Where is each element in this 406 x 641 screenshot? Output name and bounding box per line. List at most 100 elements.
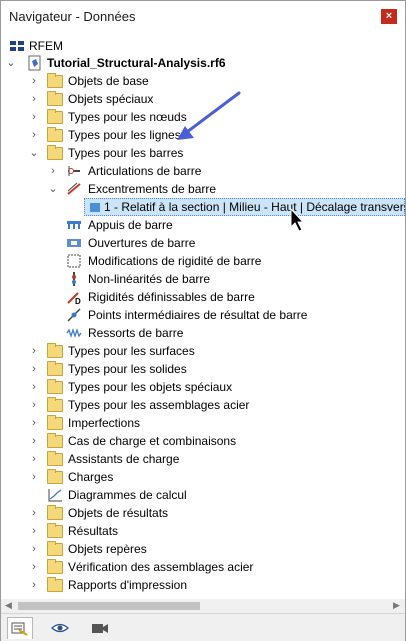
chevron-right-icon[interactable]: › bbox=[28, 470, 40, 484]
tree-root-rfem[interactable]: RFEM bbox=[1, 37, 405, 55]
chevron-right-icon[interactable]: › bbox=[28, 452, 40, 466]
chevron-down-icon[interactable]: ⌄ bbox=[47, 182, 59, 196]
tree-label: Excentrements de barre bbox=[88, 182, 217, 196]
chevron-right-icon[interactable]: › bbox=[28, 416, 40, 430]
tree-item-verification-assemblages[interactable]: › Vérification des assemblages acier bbox=[1, 558, 405, 576]
stiffness-modification-icon bbox=[66, 253, 82, 269]
folder-icon bbox=[47, 91, 63, 107]
tree-label: Résultats bbox=[68, 524, 119, 538]
folder-icon bbox=[47, 505, 63, 521]
chevron-down-icon[interactable]: ⌄ bbox=[28, 146, 40, 160]
nonlinearity-icon bbox=[66, 271, 82, 287]
spring-icon bbox=[66, 325, 82, 341]
tree-item-types-noeuds[interactable]: › Types pour les nœuds bbox=[1, 108, 405, 126]
tab-display[interactable] bbox=[47, 617, 73, 639]
folder-icon bbox=[47, 361, 63, 377]
tree-item-types-barres[interactable]: ⌄ Types pour les barres bbox=[1, 144, 405, 162]
folder-icon bbox=[47, 73, 63, 89]
tree-item-excentrement-1[interactable]: 1 - Relatif à la section | Milieu - Haut… bbox=[1, 198, 405, 216]
tree-label: Objets de base bbox=[68, 74, 149, 88]
definable-stiffness-icon: D bbox=[66, 289, 82, 306]
chevron-right-icon[interactable]: › bbox=[28, 398, 40, 412]
eye-icon bbox=[51, 623, 69, 633]
chevron-right-icon[interactable]: › bbox=[28, 560, 40, 574]
chevron-right-icon[interactable]: › bbox=[28, 506, 40, 520]
tree-model[interactable]: ⌄ Tutorial_Structural-Analysis.rf6 bbox=[1, 54, 405, 72]
tree-label: Types pour les lignes bbox=[68, 128, 181, 142]
rfem-logo-icon bbox=[9, 38, 25, 54]
tree-item-types-lignes[interactable]: › Types pour les lignes bbox=[1, 126, 405, 144]
chevron-right-icon[interactable]: › bbox=[28, 344, 40, 358]
folder-icon bbox=[47, 469, 63, 485]
folder-icon bbox=[47, 433, 63, 449]
tree-item-types-surfaces[interactable]: › Types pour les surfaces bbox=[1, 342, 405, 360]
tree-label: 1 - Relatif à la section | Milieu - Haut… bbox=[104, 200, 405, 214]
tree-item-excentrements[interactable]: ⌄ Excentrements de barre bbox=[1, 180, 405, 198]
folder-icon bbox=[47, 541, 63, 557]
chevron-right-icon[interactable]: › bbox=[28, 524, 40, 538]
member-eccentricity-icon bbox=[66, 181, 82, 197]
tree-item-cas-de-charge[interactable]: › Cas de charge et combinaisons bbox=[1, 432, 405, 450]
tree-label: Ressorts de barre bbox=[88, 326, 184, 340]
tree-item-objets-reperes[interactable]: › Objets repères bbox=[1, 540, 405, 558]
chevron-right-icon[interactable]: › bbox=[47, 164, 59, 178]
tree-item-charges[interactable]: › Charges bbox=[1, 468, 405, 486]
scrollbar-thumb[interactable] bbox=[18, 602, 200, 610]
tab-views[interactable] bbox=[87, 617, 113, 639]
tree-item-rigidites-definissables[interactable]: D Rigidités définissables de barre bbox=[1, 288, 405, 306]
scroll-right-icon[interactable]: ▶ bbox=[393, 600, 400, 611]
scroll-left-icon[interactable]: ◀ bbox=[5, 600, 12, 611]
member-hinge-icon bbox=[66, 163, 82, 179]
tree-item-modifications-rigidite[interactable]: Modifications de rigidité de barre bbox=[1, 252, 405, 270]
tree-label: Ouvertures de barre bbox=[88, 236, 196, 250]
horizontal-scrollbar[interactable]: ◀ ▶ bbox=[1, 599, 405, 613]
tree-label: Types pour les solides bbox=[68, 362, 187, 376]
tree-label: Tutorial_Structural-Analysis.rf6 bbox=[47, 56, 226, 70]
tree-item-assistants-charge[interactable]: › Assistants de charge bbox=[1, 450, 405, 468]
tree-item-objets-speciaux[interactable]: › Objets spéciaux bbox=[1, 90, 405, 108]
chevron-right-icon[interactable]: › bbox=[28, 110, 40, 124]
tree-label: Assistants de charge bbox=[68, 452, 180, 466]
tree-item-appuis[interactable]: Appuis de barre bbox=[1, 216, 405, 234]
folder-icon bbox=[47, 397, 63, 413]
svg-text:D: D bbox=[75, 297, 81, 305]
tree-item-objets-de-base[interactable]: › Objets de base bbox=[1, 72, 405, 90]
tree-label: Diagrammes de calcul bbox=[68, 488, 187, 502]
chevron-right-icon[interactable]: › bbox=[28, 380, 40, 394]
tree-item-imperfections[interactable]: › Imperfections bbox=[1, 414, 405, 432]
folder-icon bbox=[47, 127, 63, 143]
tree-label: Points intermédiaires de résultat de bar… bbox=[88, 308, 308, 322]
tree-item-points-intermediaires[interactable]: Points intermédiaires de résultat de bar… bbox=[1, 306, 405, 324]
tree-item-articulations[interactable]: › Articulations de barre bbox=[1, 162, 405, 180]
tree-item-objets-resultats[interactable]: › Objets de résultats bbox=[1, 504, 405, 522]
navigator-tree: RFEM ⌄ Tutorial_Structural-Analysis.rf6 … bbox=[1, 32, 405, 597]
model-file-icon bbox=[27, 55, 43, 71]
tree-item-types-solides[interactable]: › Types pour les solides bbox=[1, 360, 405, 378]
tree-item-non-linearites[interactable]: Non-linéarités de barre bbox=[1, 270, 405, 288]
tree-label: Types pour les assemblages acier bbox=[68, 398, 250, 412]
tree-item-rapports[interactable]: › Rapports d'impression bbox=[1, 576, 405, 594]
chevron-right-icon[interactable]: › bbox=[28, 362, 40, 376]
chevron-down-icon[interactable]: ⌄ bbox=[5, 56, 17, 70]
folder-icon bbox=[47, 577, 63, 593]
tree-item-types-objets-speciaux[interactable]: › Types pour les objets spéciaux bbox=[1, 378, 405, 396]
tree-label: Types pour les nœuds bbox=[68, 110, 187, 124]
close-button[interactable]: × bbox=[381, 9, 397, 24]
window-title: Navigateur - Données bbox=[9, 9, 136, 24]
tree-label: Rapports d'impression bbox=[68, 578, 188, 592]
chevron-right-icon[interactable]: › bbox=[28, 128, 40, 142]
chevron-right-icon[interactable]: › bbox=[28, 92, 40, 106]
tab-data[interactable] bbox=[7, 617, 33, 639]
chevron-right-icon[interactable]: › bbox=[28, 578, 40, 592]
tree-item-resultats[interactable]: › Résultats bbox=[1, 522, 405, 540]
tree-item-ouvertures[interactable]: Ouvertures de barre bbox=[1, 234, 405, 252]
tree-item-types-assemblages[interactable]: › Types pour les assemblages acier bbox=[1, 396, 405, 414]
chevron-right-icon[interactable]: › bbox=[28, 74, 40, 88]
tree-label: Cas de charge et combinaisons bbox=[68, 434, 237, 448]
tree-label: Rigidités définissables de barre bbox=[88, 290, 255, 304]
tree-item-diagrammes[interactable]: Diagrammes de calcul bbox=[1, 486, 405, 504]
chevron-right-icon[interactable]: › bbox=[28, 434, 40, 448]
tree-label: Objets repères bbox=[68, 542, 147, 556]
chevron-right-icon[interactable]: › bbox=[28, 542, 40, 556]
tree-item-ressorts[interactable]: Ressorts de barre bbox=[1, 324, 405, 342]
